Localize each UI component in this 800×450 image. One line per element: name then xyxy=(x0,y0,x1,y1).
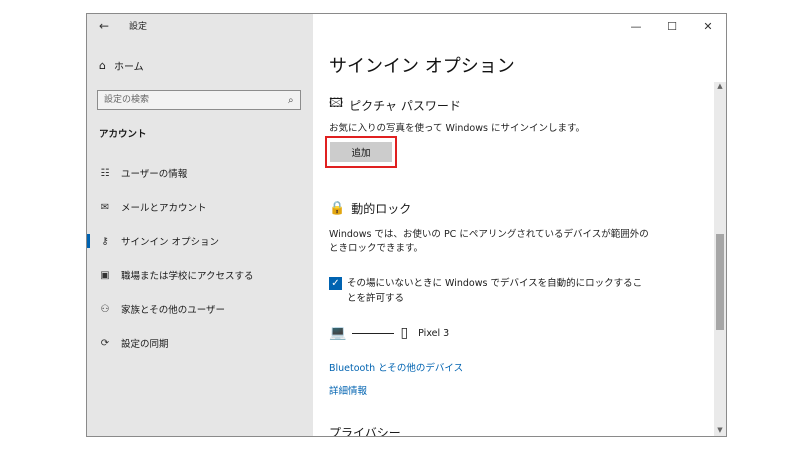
main-content: — ☐ ✕ サインイン オプション 🖾 ピクチャ パスワード お気に入りの写真を… xyxy=(313,14,726,436)
search-box[interactable]: ⌕ xyxy=(97,90,301,110)
sync-icon: ⟳ xyxy=(100,337,110,349)
app-title: 設定 xyxy=(129,22,148,32)
add-button[interactable]: 追加 xyxy=(330,142,392,162)
sidebar-item-mail[interactable]: ✉ メールとアカウント xyxy=(87,195,313,219)
scroll-up-icon[interactable]: ▲ xyxy=(714,82,726,94)
sidebar-item-label: メールとアカウント xyxy=(121,203,207,214)
sidebar-item-label: 職場または学校にアクセスする xyxy=(121,271,254,282)
back-arrow-icon[interactable]: ← xyxy=(99,19,109,33)
nav-home-label: ホーム xyxy=(113,62,144,73)
sidebar-item-user-info[interactable]: ☷ ユーザーの情報 xyxy=(87,161,313,185)
auto-lock-checkbox[interactable]: ✓ xyxy=(329,277,342,290)
search-input[interactable] xyxy=(98,94,286,106)
minimize-button[interactable]: — xyxy=(618,14,654,38)
picture-password-heading: 🖾 ピクチャ パスワード xyxy=(329,94,461,116)
sidebar-item-label: サインイン オプション xyxy=(121,237,220,248)
phone-icon: ▯ xyxy=(400,325,409,341)
settings-window: ← 設定 ⌂ ホーム ⌕ アカウント ☷ ユーザーの情報 ✉ メールとアカウント… xyxy=(86,13,727,437)
device-name: Pixel 3 xyxy=(418,327,450,339)
lock-icon: 🔒 xyxy=(329,201,346,216)
picture-icon: 🖾 xyxy=(329,96,344,111)
section-title: アカウント xyxy=(99,129,147,140)
sidebar-item-family[interactable]: ⚇ 家族とその他のユーザー xyxy=(87,297,313,321)
dynamic-lock-description: Windows では、お使いの PC にペアリングされているデバイスが範囲外のと… xyxy=(329,229,649,254)
details-link[interactable]: 詳細情報 xyxy=(329,383,367,397)
dynamic-lock-heading-text: 動的ロック xyxy=(351,202,412,216)
highlight-box: 追加 xyxy=(325,136,397,168)
sidebar-item-label: 家族とその他のユーザー xyxy=(121,305,226,316)
scroll-down-icon[interactable]: ▼ xyxy=(714,426,726,436)
dynamic-lock-heading: 🔒 動的ロック xyxy=(329,200,411,217)
laptop-icon: 💻 xyxy=(329,325,347,341)
sidebar-item-sync[interactable]: ⟳ 設定の同期 xyxy=(87,331,313,355)
bluetooth-link[interactable]: Bluetooth とその他のデバイス xyxy=(329,360,463,374)
people-icon: ⚇ xyxy=(100,303,110,315)
connection-line xyxy=(352,332,395,334)
search-icon[interactable]: ⌕ xyxy=(288,95,294,106)
window-controls: — ☐ ✕ xyxy=(618,14,726,38)
picture-password-description: お気に入りの写真を使って Windows にサインインします。 xyxy=(329,123,586,134)
auto-lock-checkbox-label: その場にいないときに Windows でデバイスを自動的にロックすることを許可す… xyxy=(347,278,643,304)
scrollbar-thumb[interactable] xyxy=(716,234,724,330)
sidebar-item-work-school[interactable]: ▣ 職場または学校にアクセスする xyxy=(87,263,313,287)
briefcase-icon: ▣ xyxy=(100,269,110,281)
maximize-button[interactable]: ☐ xyxy=(654,14,690,38)
home-icon: ⌂ xyxy=(99,59,106,72)
close-button[interactable]: ✕ xyxy=(690,14,726,38)
picture-password-heading-text: ピクチャ パスワード xyxy=(349,98,461,113)
sidebar-item-label: ユーザーの情報 xyxy=(121,169,188,180)
key-icon: ⚷ xyxy=(101,235,109,247)
user-info-icon: ☷ xyxy=(100,167,110,179)
mail-icon: ✉ xyxy=(100,201,110,213)
page-title: サインイン オプション xyxy=(329,56,515,77)
sidebar-item-signin-options[interactable]: ⚷ サインイン オプション xyxy=(87,229,313,253)
sidebar-item-label: 設定の同期 xyxy=(121,339,169,350)
nav-home[interactable]: ⌂ ホーム xyxy=(99,58,144,73)
paired-device-row: 💻 ▯ Pixel 3 xyxy=(329,322,449,344)
scrollbar[interactable]: ▲ ▼ xyxy=(714,82,726,436)
sidebar: ← 設定 ⌂ ホーム ⌕ アカウント ☷ ユーザーの情報 ✉ メールとアカウント… xyxy=(87,14,313,436)
privacy-heading: プライバシー xyxy=(329,426,401,437)
